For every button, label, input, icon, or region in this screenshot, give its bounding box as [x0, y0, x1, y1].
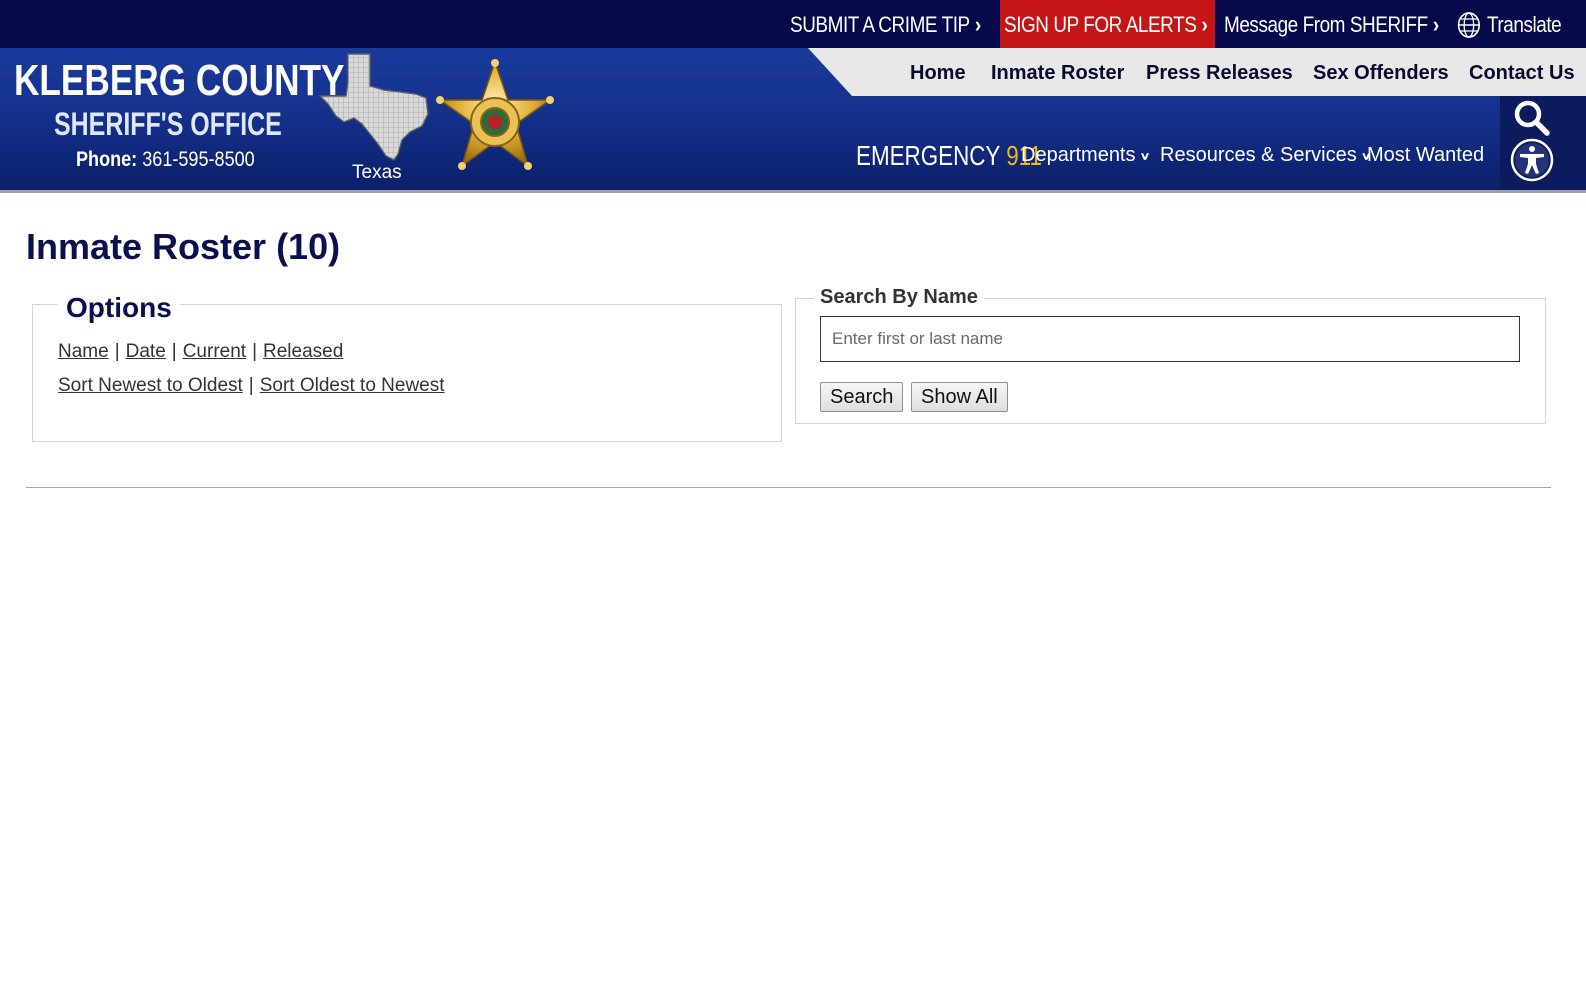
globe-icon: [1457, 12, 1480, 38]
filter-date-link[interactable]: Date: [126, 341, 166, 362]
texas-map-icon: [318, 53, 429, 161]
main-nav: Home Inmate Roster Press Releases Sex Of…: [808, 48, 1586, 96]
county-name[interactable]: KLEBERG COUNTY: [14, 56, 345, 106]
sheriff-badge-icon: [436, 59, 554, 170]
translate-label: Translate: [1486, 12, 1562, 37]
office-name[interactable]: SHERIFF'S OFFICE: [54, 106, 282, 143]
phone-number: 361-595-8500: [142, 148, 255, 171]
separator: |: [171, 341, 177, 362]
nav-contact-us[interactable]: Contact Us: [1469, 48, 1575, 96]
chevron-right-icon: ›: [1432, 12, 1439, 37]
nav-departments[interactable]: Departments ∨: [1021, 144, 1150, 167]
filter-options: Name | Date | Current | Released: [58, 341, 343, 363]
message-from-sheriff-link[interactable]: Message From SHERIFF ›: [1224, 0, 1439, 48]
options-fieldset: [32, 304, 782, 442]
show-all-button[interactable]: Show All: [911, 382, 1008, 412]
translate-link[interactable]: Translate: [1456, 0, 1562, 48]
utility-panel: [1500, 96, 1586, 190]
search-input[interactable]: [820, 316, 1520, 362]
filter-current-link[interactable]: Current: [183, 341, 246, 362]
chevron-right-icon: ›: [974, 12, 981, 37]
resources-label: Resources & Services: [1160, 144, 1357, 166]
search-legend: Search By Name: [814, 286, 984, 309]
filter-released-link[interactable]: Released: [263, 341, 343, 362]
nav-home[interactable]: Home: [910, 48, 966, 96]
departments-label: Departments: [1021, 144, 1136, 166]
sort-options: Sort Newest to Oldest | Sort Oldest to New…: [58, 375, 445, 397]
alerts-label: SIGN UP FOR ALERTS: [1004, 12, 1197, 37]
sort-newest-link[interactable]: Sort Newest to Oldest: [58, 375, 243, 396]
separator: |: [114, 341, 120, 362]
nav-resources-services[interactable]: Resources & Services ∨: [1160, 144, 1372, 167]
phone-label: Phone:: [76, 148, 138, 171]
nav-most-wanted[interactable]: Most Wanted: [1367, 144, 1484, 167]
sign-up-alerts-link[interactable]: SIGN UP FOR ALERTS ›: [1004, 0, 1208, 48]
search-icon[interactable]: [1512, 98, 1552, 138]
search-button[interactable]: Search: [820, 382, 904, 412]
header-border: [0, 190, 1586, 193]
filter-name-link[interactable]: Name: [58, 341, 109, 362]
message-label: Message From SHERIFF: [1224, 12, 1428, 37]
map-label: Texas: [352, 162, 402, 183]
separator: |: [252, 341, 257, 362]
chevron-down-icon: ∨: [1139, 150, 1151, 163]
submit-crime-tip-link[interactable]: SUBMIT A CRIME TIP ›: [790, 0, 981, 48]
nav-sex-offenders[interactable]: Sex Offenders: [1313, 48, 1449, 96]
sort-oldest-link[interactable]: Sort Oldest to Newest: [260, 375, 445, 396]
page-title: Inmate Roster (10): [26, 226, 341, 267]
phone-contact[interactable]: Phone: 361-595-8500: [76, 148, 255, 172]
crime-tip-label: SUBMIT A CRIME TIP: [790, 12, 970, 37]
content-divider: [26, 487, 1551, 488]
options-legend: Options: [58, 292, 180, 324]
nav-press-releases[interactable]: Press Releases: [1146, 48, 1293, 96]
nav-inmate-roster[interactable]: Inmate Roster: [991, 48, 1124, 96]
separator: |: [248, 375, 254, 396]
emergency-label: EMERGENCY: [856, 140, 1000, 171]
emergency-info: EMERGENCY 911: [856, 140, 1042, 172]
chevron-right-icon: ›: [1201, 12, 1208, 37]
most-wanted-label: Most Wanted: [1367, 144, 1485, 166]
accessibility-icon[interactable]: [1510, 138, 1554, 182]
